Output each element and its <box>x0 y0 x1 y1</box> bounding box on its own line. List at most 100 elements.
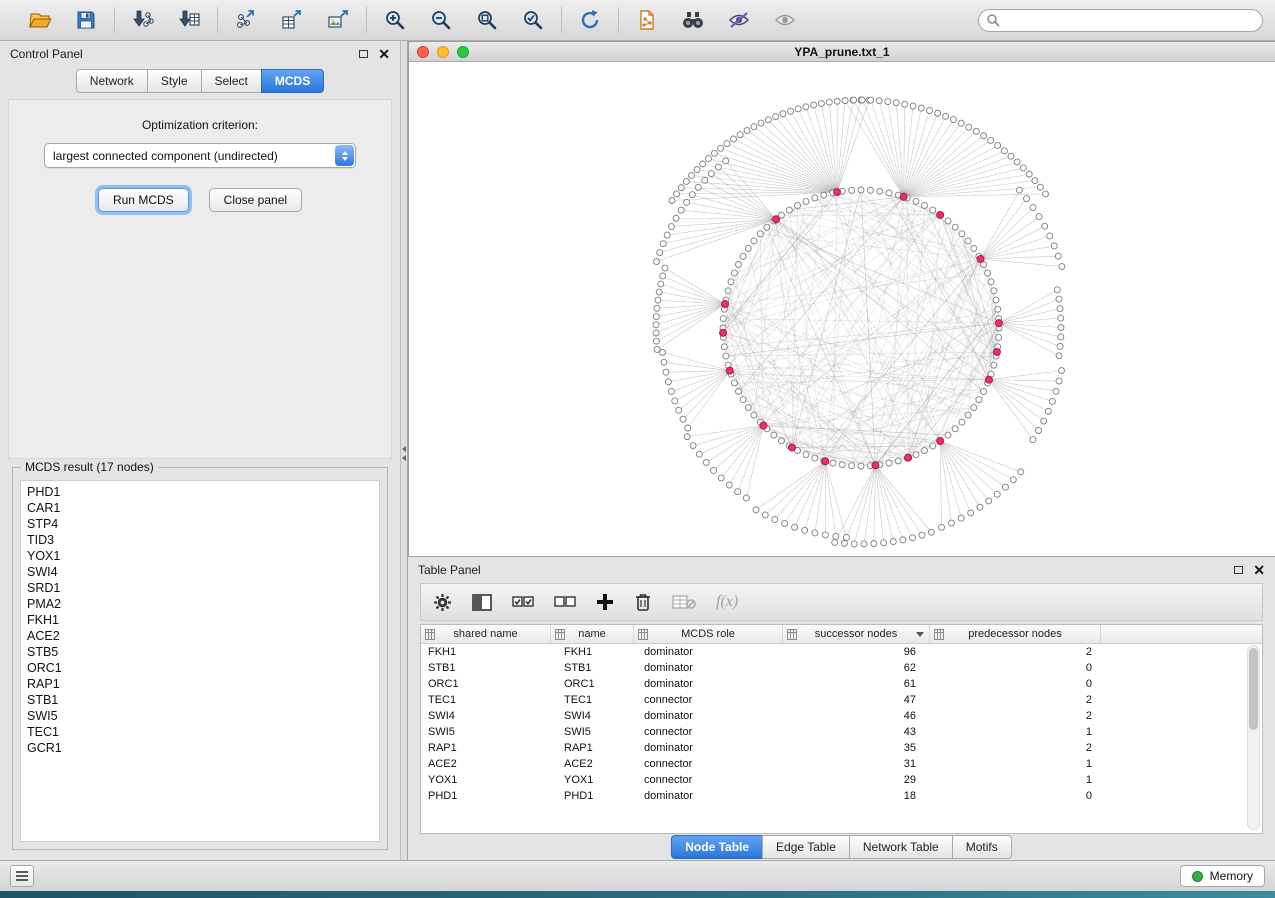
import-table-button[interactable] <box>173 4 205 36</box>
function-builder-button[interactable]: f(x) <box>716 588 738 616</box>
table-cell[interactable]: 18 <box>783 790 930 802</box>
table-row[interactable]: YOX1YOX1connector291 <box>421 772 1262 788</box>
table-row[interactable]: FKH1FKH1dominator962 <box>421 644 1262 660</box>
mcds-result-item[interactable]: PHD1 <box>21 484 379 500</box>
deselect-all-button[interactable] <box>554 588 576 616</box>
table-cell[interactable]: dominator <box>634 710 783 722</box>
table-row[interactable]: ACE2ACE2connector311 <box>421 756 1262 772</box>
mcds-result-item[interactable]: RAP1 <box>21 676 379 692</box>
zoom-out-button[interactable] <box>425 4 457 36</box>
table-cell[interactable]: ACE2 <box>421 758 551 770</box>
delete-column-button[interactable] <box>634 588 652 616</box>
tab-network[interactable]: Network <box>76 69 148 93</box>
tab-style[interactable]: Style <box>147 69 202 93</box>
criterion-dropdown[interactable]: largest connected component (undirected) <box>44 143 356 168</box>
mcds-result-item[interactable]: STP4 <box>21 516 379 532</box>
task-history-button[interactable] <box>10 865 34 887</box>
table-cell[interactable]: RAP1 <box>421 742 551 754</box>
table-row[interactable]: TEC1TEC1connector472 <box>421 692 1262 708</box>
table-row[interactable]: SWI4SWI4dominator462 <box>421 708 1262 724</box>
table-cell[interactable]: SWI5 <box>551 726 634 738</box>
clear-table-button[interactable] <box>672 588 696 616</box>
table-cell[interactable]: 2 <box>930 710 1101 722</box>
zoom-in-button[interactable] <box>379 4 411 36</box>
tab-edge-table[interactable]: Edge Table <box>762 835 850 859</box>
binoculars-button[interactable] <box>677 4 709 36</box>
network-graph[interactable] <box>409 62 1274 557</box>
table-cell[interactable]: FKH1 <box>551 646 634 658</box>
table-cell[interactable]: SWI4 <box>421 710 551 722</box>
table-cell[interactable]: 1 <box>930 726 1101 738</box>
table-cell[interactable]: 0 <box>930 662 1101 674</box>
table-cell[interactable]: 0 <box>930 678 1101 690</box>
table-row[interactable]: RAP1RAP1dominator352 <box>421 740 1262 756</box>
close-panel-button[interactable]: Close panel <box>209 188 302 212</box>
zoom-selected-button[interactable] <box>517 4 549 36</box>
network-canvas[interactable] <box>409 62 1275 556</box>
column-header-shared-name[interactable]: shared name <box>421 625 551 643</box>
table-row[interactable]: PHD1PHD1dominator180 <box>421 788 1262 804</box>
table-cell[interactable]: 46 <box>783 710 930 722</box>
mcds-result-item[interactable]: SWI5 <box>21 708 379 724</box>
table-cell[interactable]: 35 <box>783 742 930 754</box>
float-table-panel-icon[interactable] <box>1234 566 1243 574</box>
export-image-button[interactable] <box>322 4 354 36</box>
minimize-window-icon[interactable] <box>437 46 449 58</box>
float-panel-icon[interactable] <box>359 50 368 58</box>
memory-button[interactable]: Memory <box>1180 865 1265 887</box>
table-cell[interactable]: PHD1 <box>551 790 634 802</box>
table-cell[interactable]: ORC1 <box>421 678 551 690</box>
mcds-result-item[interactable]: FKH1 <box>21 612 379 628</box>
mcds-result-item[interactable]: STB1 <box>21 692 379 708</box>
tab-select[interactable]: Select <box>201 69 262 93</box>
panel-splitter[interactable] <box>400 41 408 860</box>
mcds-result-item[interactable]: GCR1 <box>21 740 379 756</box>
table-cell[interactable]: dominator <box>634 678 783 690</box>
table-cell[interactable]: ACE2 <box>551 758 634 770</box>
table-cell[interactable]: STB1 <box>551 662 634 674</box>
save-session-button[interactable] <box>70 4 102 36</box>
mcds-result-item[interactable]: ORC1 <box>21 660 379 676</box>
table-cell[interactable]: dominator <box>634 742 783 754</box>
show-columns-button[interactable] <box>472 588 492 616</box>
export-table-button[interactable] <box>276 4 308 36</box>
table-cell[interactable]: 96 <box>783 646 930 658</box>
table-cell[interactable]: 0 <box>930 790 1101 802</box>
mcds-result-list[interactable]: PHD1CAR1STP4TID3YOX1SWI4SRD1PMA2FKH1ACE2… <box>20 480 380 842</box>
table-cell[interactable]: dominator <box>634 646 783 658</box>
table-cell[interactable]: TEC1 <box>551 694 634 706</box>
table-cell[interactable]: 1 <box>930 758 1101 770</box>
table-row[interactable]: ORC1ORC1dominator610 <box>421 676 1262 692</box>
table-cell[interactable]: 2 <box>930 646 1101 658</box>
tab-motifs[interactable]: Motifs <box>952 835 1012 859</box>
mcds-result-item[interactable]: TEC1 <box>21 724 379 740</box>
hide-graphics-button[interactable] <box>723 4 755 36</box>
table-cell[interactable]: 62 <box>783 662 930 674</box>
column-header-successor-nodes[interactable]: successor nodes <box>783 625 930 643</box>
column-header-name[interactable]: name <box>551 625 634 643</box>
search-input[interactable] <box>978 9 1263 32</box>
mcds-result-item[interactable]: ACE2 <box>21 628 379 644</box>
tab-network-table[interactable]: Network Table <box>849 835 953 859</box>
column-header-MCDS-role[interactable]: MCDS role <box>634 625 783 643</box>
table-row[interactable]: STB1STB1dominator620 <box>421 660 1262 676</box>
zoom-fit-button[interactable] <box>471 4 503 36</box>
mcds-result-item[interactable]: YOX1 <box>21 548 379 564</box>
refresh-button[interactable] <box>574 4 606 36</box>
mcds-result-item[interactable]: CAR1 <box>21 500 379 516</box>
table-cell[interactable]: 29 <box>783 774 930 786</box>
splitter-collapse-icon[interactable] <box>402 446 406 461</box>
table-cell[interactable]: YOX1 <box>421 774 551 786</box>
table-cell[interactable]: SWI4 <box>551 710 634 722</box>
table-cell[interactable]: connector <box>634 758 783 770</box>
column-header-predecessor-nodes[interactable]: predecessor nodes <box>930 625 1101 643</box>
table-scrollbar[interactable] <box>1247 645 1260 830</box>
close-table-panel-icon[interactable]: ✕ <box>1253 565 1265 575</box>
mcds-result-item[interactable]: TID3 <box>21 532 379 548</box>
table-cell[interactable]: dominator <box>634 790 783 802</box>
add-column-button[interactable] <box>596 588 614 616</box>
tab-node-table[interactable]: Node Table <box>671 835 763 859</box>
table-cell[interactable]: 43 <box>783 726 930 738</box>
table-cell[interactable]: connector <box>634 726 783 738</box>
table-cell[interactable]: connector <box>634 774 783 786</box>
